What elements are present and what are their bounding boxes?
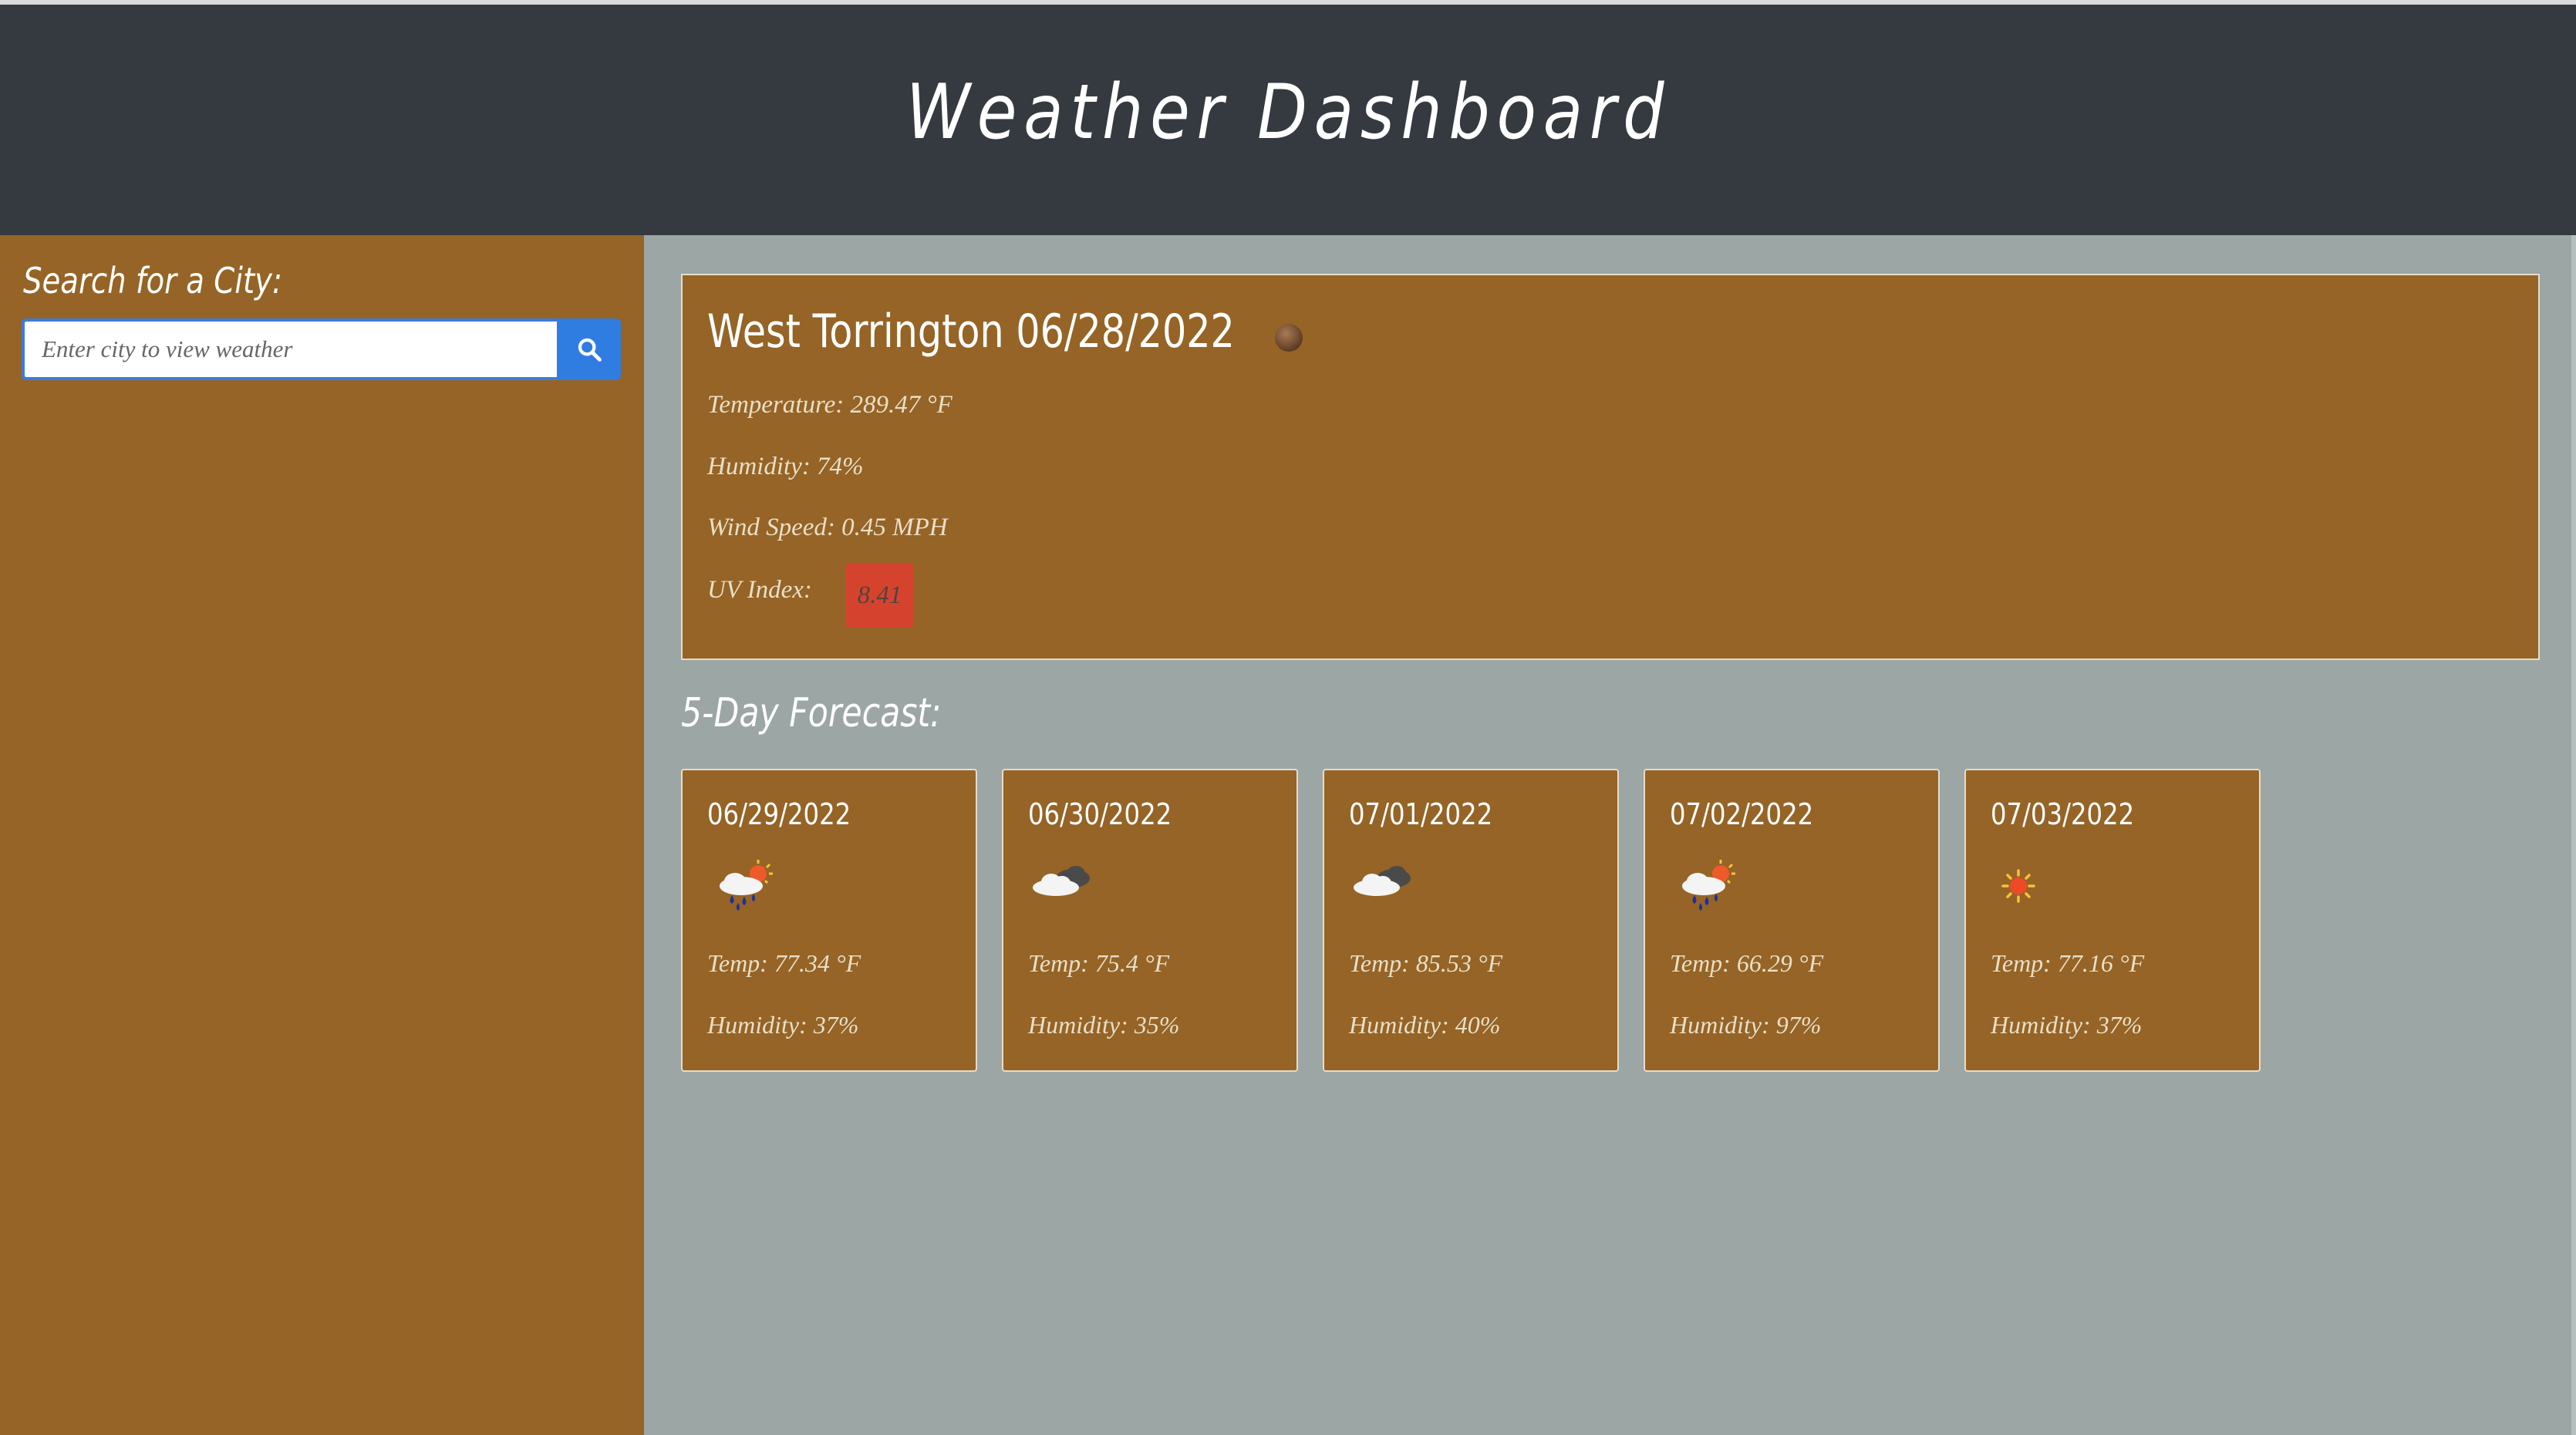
forecast-temp: Temp: 85.53 °F <box>1349 949 1503 977</box>
cloud-icon <box>1033 866 1090 896</box>
forecast-card: 07/01/2022 Temp: 85.53 °F Humidity: 40% <box>1323 769 1619 1072</box>
forecast-temp: Temp: 77.16 °F <box>1991 949 2145 977</box>
forecast-humidity: Humidity: 37% <box>707 1011 859 1039</box>
forecast-card: 06/29/2022 Temp: 77.34 °F Humidity: 37% <box>681 769 977 1072</box>
search-form <box>22 318 621 380</box>
rain-sun-icon <box>720 860 773 911</box>
forecast-date: 06/29/2022 <box>707 797 851 831</box>
forecast-date: 06/30/2022 <box>1028 797 1172 831</box>
page-header: Weather Dashboard <box>0 5 2576 235</box>
wind-speed-text: Wind Speed: 0.45 MPH <box>707 514 948 541</box>
forecast-heading: 5-Day Forecast: <box>681 690 942 736</box>
humidity-text: Humidity: 74% <box>707 453 864 480</box>
search-button[interactable] <box>557 318 621 380</box>
forecast-date: 07/02/2022 <box>1670 797 1814 831</box>
forecast-temp: Temp: 77.34 °F <box>707 949 861 977</box>
forecast-card: 07/03/2022 Temp: 77.16 °F Humidity: 37% <box>1964 769 2261 1072</box>
search-sidebar: Search for a City: <box>0 235 644 1435</box>
uv-index-row: UV Index: 8.41 <box>707 563 913 628</box>
forecast-date: 07/03/2022 <box>1991 797 2135 831</box>
forecast-temp: Temp: 75.4 °F <box>1028 949 1170 977</box>
forecast-humidity: Humidity: 37% <box>1991 1011 2143 1039</box>
uv-index-badge: 8.41 <box>846 563 913 628</box>
uv-index-label: UV Index: <box>707 576 812 604</box>
forecast-humidity: Humidity: 97% <box>1670 1011 1822 1039</box>
window-edge <box>2571 235 2576 1435</box>
temperature-text: Temperature: 289.47 °F <box>707 391 953 419</box>
city-date-title: West Torrington 06/28/2022 <box>707 305 1235 359</box>
forecast-humidity: Humidity: 35% <box>1028 1011 1180 1039</box>
forecast-card: 06/30/2022 Temp: 75.4 °F Humidity: 35% <box>1002 769 1298 1072</box>
forecast-humidity: Humidity: 40% <box>1349 1011 1501 1039</box>
page-title: Weather Dashboard <box>905 68 1671 157</box>
current-weather-card: West Torrington 06/28/2022 Temperature: … <box>681 274 2540 660</box>
rain-sun-icon <box>1682 860 1735 911</box>
city-search-input[interactable] <box>22 318 557 380</box>
cloud-icon <box>1354 866 1411 896</box>
search-icon <box>578 338 602 362</box>
search-heading: Search for a City: <box>23 260 283 301</box>
forecast-temp: Temp: 66.29 °F <box>1670 949 1824 977</box>
forecast-date: 07/01/2022 <box>1349 797 1493 831</box>
moon-icon <box>1275 324 1303 352</box>
forecast-card: 07/02/2022 Temp: 66.29 °F Humidity: 97% <box>1644 769 1940 1072</box>
sun-icon <box>2001 869 2035 903</box>
